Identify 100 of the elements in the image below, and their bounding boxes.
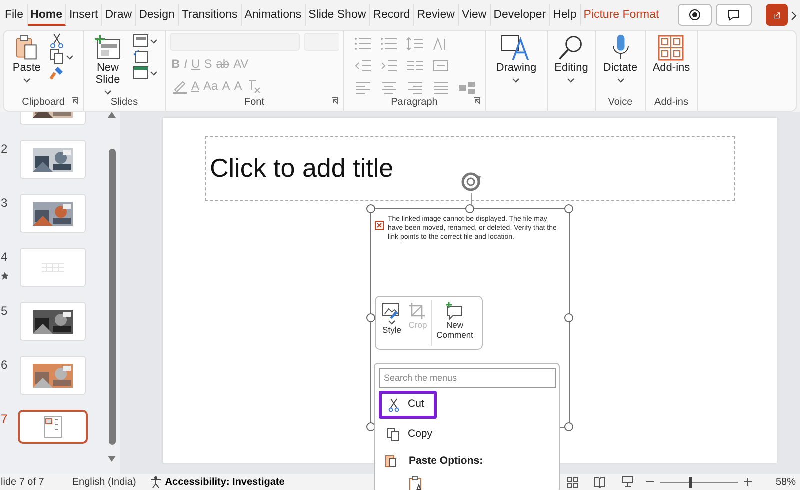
caret-icon	[22, 78, 31, 83]
ribbon-tab[interactable]: Home	[28, 4, 66, 26]
resize-handle[interactable]	[564, 422, 574, 432]
bullets-icon	[354, 37, 372, 51]
language-indicator: English (India)	[72, 476, 136, 490]
resize-handle[interactable]	[466, 204, 474, 214]
record-button[interactable]	[678, 4, 712, 26]
numbering-icon	[380, 37, 398, 51]
slide-number: 4	[1, 249, 8, 266]
ribbon-tab[interactable]: Draw	[102, 4, 136, 26]
caret-icon	[616, 78, 624, 83]
slide-number: 5	[1, 303, 8, 320]
ribbon-tab[interactable]: Design	[136, 4, 179, 26]
resize-handle[interactable]	[564, 204, 574, 214]
menu-heading: Paste Options:	[408, 454, 484, 468]
increase-indent-icon	[380, 59, 398, 73]
resize-handle[interactable]	[564, 314, 574, 322]
comment-icon	[728, 10, 740, 20]
group-label: Paragraph	[391, 97, 438, 108]
reading-view-icon[interactable]	[594, 476, 606, 488]
broken-image-icon	[375, 221, 384, 230]
copy-icon[interactable]	[49, 49, 66, 65]
new-slide-icon	[94, 34, 122, 62]
smartart-icon	[458, 81, 476, 95]
new-comment-icon	[445, 302, 465, 320]
resize-handle[interactable]	[366, 314, 376, 322]
picture-style-icon	[382, 302, 402, 320]
ribbon-button[interactable]: Add-ins	[650, 33, 692, 76]
ribbon-tab[interactable]: Slide Show	[306, 4, 370, 26]
caret-icon	[388, 320, 396, 325]
crop-icon	[408, 302, 428, 320]
align-left-icon	[354, 81, 372, 95]
ribbon-tab[interactable]: Insert	[66, 4, 102, 26]
slide-number: 7	[1, 411, 8, 428]
group-label: Add-ins	[654, 97, 688, 108]
ribbon-button[interactable]: Editing	[552, 33, 590, 88]
comments-button[interactable]	[716, 4, 752, 26]
slide-counter: lide 7 of 7	[1, 476, 44, 490]
ribbon-tab[interactable]: Review	[414, 4, 459, 26]
justify-icon	[432, 81, 450, 95]
slide-thumbnail[interactable]	[18, 410, 88, 444]
search-field[interactable]: Search the menus	[379, 368, 556, 388]
zoom-slider-thumb[interactable]	[688, 476, 692, 488]
align-right-icon	[406, 81, 424, 95]
layout-icon[interactable]	[133, 33, 149, 49]
group-label: Clipboard	[22, 97, 65, 108]
scrollbar-thumb[interactable]	[108, 149, 116, 445]
ribbon-tab[interactable]: Help	[550, 4, 581, 26]
copy-icon	[387, 428, 400, 442]
reset-icon[interactable]	[133, 49, 149, 65]
ribbon-tab[interactable]: Transitions	[178, 4, 242, 26]
ribbon-tab[interactable]: Picture Format	[580, 4, 662, 26]
format-painter-icon[interactable]	[49, 65, 66, 81]
section-icon[interactable]	[133, 65, 149, 81]
ribbon-button[interactable]: Paste	[10, 33, 44, 88]
ribbon-tab[interactable]: Animations	[242, 4, 306, 26]
slide-number: 6	[1, 357, 8, 374]
toolbar-button[interactable]: New Comment	[431, 300, 478, 346]
record-icon	[689, 9, 701, 21]
group-label: Voice	[608, 97, 633, 108]
caret-icon	[512, 78, 520, 83]
add-ins-icon	[657, 34, 686, 62]
clipboard-icon	[14, 34, 40, 62]
columns-icon	[406, 59, 424, 73]
slide-number: 3	[1, 195, 8, 212]
toolbar-button[interactable]: Style	[379, 300, 405, 346]
caret-icon	[150, 38, 158, 44]
group-label: Slides	[110, 97, 138, 108]
broken-image-icon	[44, 416, 62, 438]
ribbon-button[interactable]: New Slide	[89, 33, 127, 95]
ribbon-button[interactable]: Drawing	[494, 33, 539, 88]
resize-handle[interactable]	[366, 204, 376, 214]
accessibility-button[interactable]: Accessibility: Investigate	[162, 474, 285, 490]
scissors-icon[interactable]	[49, 33, 66, 49]
align-text-icon	[432, 59, 450, 73]
zoom-percentage: 58%	[776, 476, 796, 490]
normal-view-icon[interactable]	[566, 476, 578, 488]
rotate-handle-icon[interactable]	[460, 171, 482, 193]
slide-show-icon[interactable]	[622, 476, 634, 488]
group-label: Font	[244, 97, 264, 108]
menu-item[interactable]: Cut	[379, 391, 437, 419]
decrease-indent-icon	[354, 59, 372, 73]
dialog-launcher-icon[interactable]	[71, 97, 79, 106]
caret-icon	[104, 90, 112, 95]
caret-icon	[150, 70, 158, 76]
share-button[interactable]	[766, 4, 788, 26]
line-spacing-icon	[406, 37, 424, 51]
ribbon-tab[interactable]: File	[2, 4, 28, 26]
accessibility-icon[interactable]	[150, 476, 162, 488]
plus-icon[interactable]	[744, 478, 752, 486]
ribbon-tab[interactable]: View	[458, 4, 491, 26]
table-drawing	[41, 262, 65, 272]
scissors-icon	[388, 398, 400, 412]
caret-icon	[66, 54, 74, 60]
chevron-right-icon[interactable]	[791, 10, 797, 21]
ribbon-tab[interactable]: Record	[370, 4, 414, 26]
ribbon-tab[interactable]: Developer	[490, 4, 550, 26]
scroll-down-icon[interactable]	[108, 456, 116, 462]
ribbon-button[interactable]: Dictate	[601, 33, 640, 88]
align-center-icon	[380, 81, 398, 95]
